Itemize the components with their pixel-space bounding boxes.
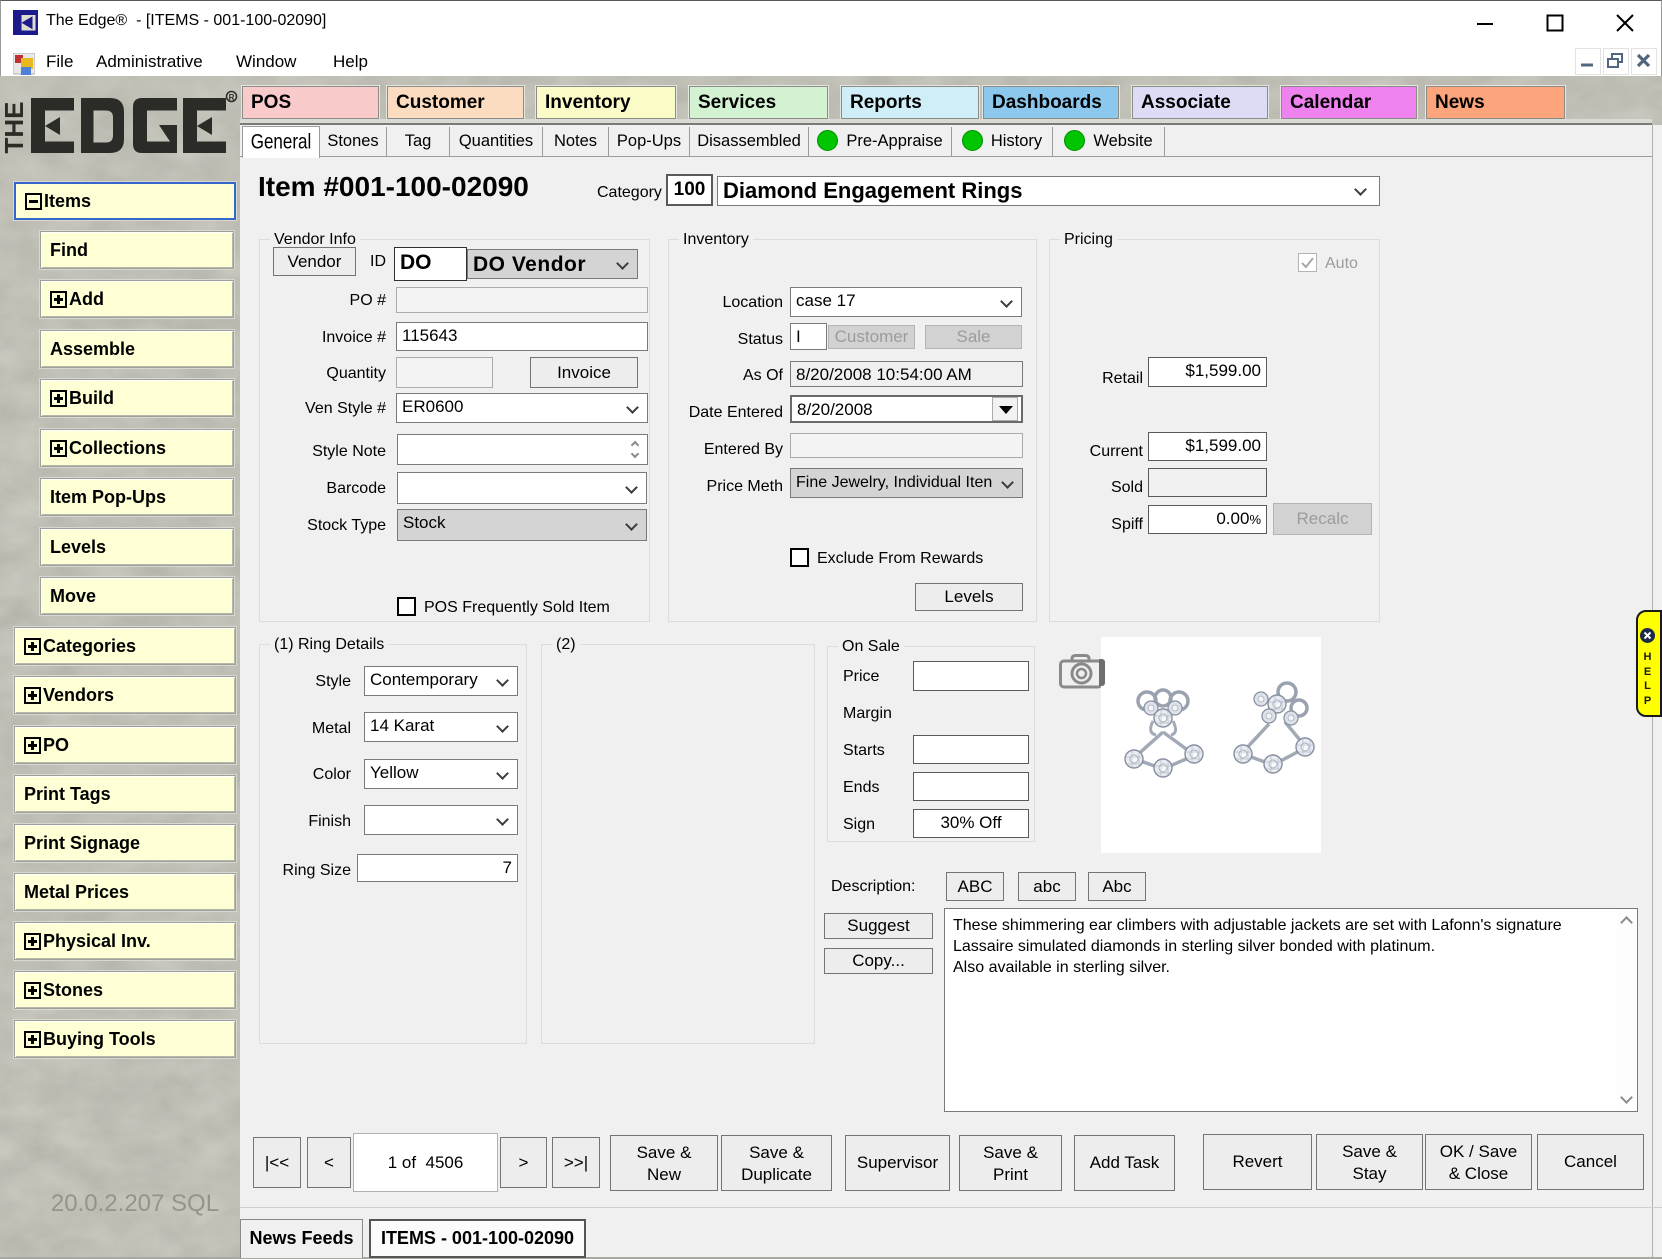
- svg-text:R: R: [229, 93, 235, 102]
- svg-text:THE: THE: [0, 102, 29, 154]
